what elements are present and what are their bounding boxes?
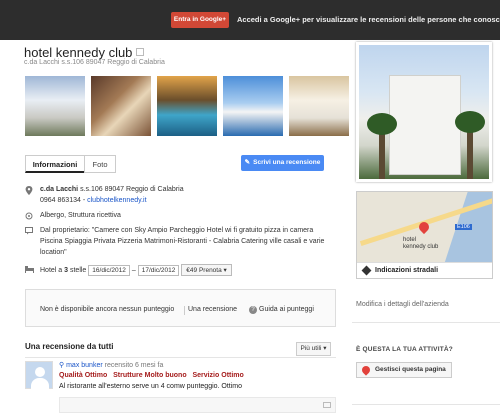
score-guide-label: Guida ai punteggi xyxy=(259,306,314,313)
avatar-body xyxy=(31,378,49,390)
rating-label: Qualità xyxy=(59,372,83,379)
place-subtitle-address: c.da Lacchi s.s.106 89047 Reggio di Cala… xyxy=(24,59,165,66)
edit-business-details-link[interactable]: Modifica i dettagli dell'azienda xyxy=(356,301,449,308)
owner-text: "Camere con Sky Ampio Parcheggio Hotel w… xyxy=(89,227,314,234)
review-ratings: Qualità Ottimo Strutture Molto buono Ser… xyxy=(59,372,244,379)
owner-description-line-3: location" xyxy=(40,249,67,256)
price-book-label: €49 Prenota xyxy=(186,267,222,274)
owner-description-line-2: Piscina Spiaggia Privata Pizzeria Matrim… xyxy=(40,238,325,245)
user-icon: ⚲ xyxy=(59,362,65,369)
photo-thumbnail-hotel[interactable] xyxy=(25,76,85,136)
date-dash: – xyxy=(131,267,136,274)
checkout-date-input[interactable]: 17/dic/2012 xyxy=(137,265,180,276)
google-plus-bar: Entra in Google+ Accedi a Google+ per vi… xyxy=(0,0,500,40)
bed-icon xyxy=(25,265,34,273)
booking-line: Hotel a 3 stelle 16/dic/2012 – 17/dic/20… xyxy=(40,264,232,276)
avatar[interactable] xyxy=(25,361,53,390)
category-text: Albergo, Struttura ricettiva xyxy=(40,212,121,219)
price-book-button[interactable]: €49 Prenota ▾ xyxy=(181,264,232,276)
review-header: ⚲ max bunker recensito 6 mesi fa xyxy=(59,361,163,369)
directions-label: Indicazioni stradali xyxy=(375,267,439,274)
tab-informazioni[interactable]: Informazioni xyxy=(25,155,85,173)
owner-description-line-1: Dal proprietario: "Camere con Sky Ampio … xyxy=(40,227,313,234)
photo-thumbnail-pool[interactable] xyxy=(157,76,217,136)
rating-value: Ottimo xyxy=(221,372,244,379)
map-marker-label-line-1: hotel xyxy=(403,237,417,243)
main-photo-palm-leaves xyxy=(367,113,397,135)
photo-thumbnail-hall[interactable] xyxy=(289,76,349,136)
manage-page-button[interactable]: Gestisci questa pagina xyxy=(356,362,452,378)
google-plus-signin-button[interactable]: Entra in Google+ xyxy=(171,12,229,28)
checkin-date-input[interactable]: 16/dic/2012 xyxy=(88,265,130,276)
stars-suffix: stelle xyxy=(68,267,87,274)
rating-value: Ottimo xyxy=(84,372,108,379)
chevron-down-icon: ▾ xyxy=(323,345,327,352)
reviews-sort-select[interactable]: Più utili ▾ xyxy=(296,342,331,356)
photo-thumbnail-room[interactable] xyxy=(91,76,151,136)
help-icon: ? xyxy=(249,306,257,314)
rating-value: Molto buono xyxy=(144,372,187,379)
main-photo-building xyxy=(389,75,461,175)
divider xyxy=(25,357,336,358)
one-review-link[interactable]: Una recensione xyxy=(188,306,237,313)
avatar-head xyxy=(35,367,45,377)
score-divider xyxy=(184,306,185,315)
no-score-text: Non è disponibile ancora nessun punteggi… xyxy=(40,306,175,313)
business-question: È QUESTA LA TUA ATTIVITÀ? xyxy=(356,346,453,353)
review-text: Al ristorante all'esterno serve un 4 com… xyxy=(59,383,243,390)
google-plus-promo-text: Accedi a Google+ per visualizzare le rec… xyxy=(237,15,500,24)
stars-prefix: Hotel a xyxy=(40,267,65,274)
divider xyxy=(352,404,500,405)
divider xyxy=(352,322,500,323)
phone-website-line: 0964 863134 - clubhotelkennedy.it xyxy=(40,197,147,204)
location-pin-icon xyxy=(25,186,33,195)
reviews-title: Una recensione da tutti xyxy=(25,342,114,351)
owner-quote-icon xyxy=(25,227,33,235)
main-photo[interactable] xyxy=(356,42,492,182)
address-street: c.da Lacchi xyxy=(40,186,79,193)
place-name: hotel kennedy club xyxy=(24,45,133,60)
address-line: c.da Lacchi s.s.106 89047 Reggio di Cala… xyxy=(40,186,184,193)
location-map[interactable]: hotel kennedy club E106 Indicazioni strad… xyxy=(356,191,493,279)
phone-number: 0964 863134 xyxy=(40,197,81,204)
chevron-down-icon: ▾ xyxy=(223,267,227,274)
score-box: Non è disponibile ancora nessun punteggi… xyxy=(25,289,336,327)
sort-label: Più utili xyxy=(300,345,322,352)
rating-label: Strutture xyxy=(113,372,143,379)
directions-icon xyxy=(361,265,372,276)
write-review-button[interactable]: ✎ Scrivi una recensione xyxy=(241,155,324,171)
main-photo-palm-leaves xyxy=(455,111,485,133)
reply-input[interactable] xyxy=(59,397,336,413)
review-meta: recensito 6 mesi fa xyxy=(104,362,164,369)
map-marker-label: hotel kennedy club xyxy=(403,237,438,251)
map-pin-icon xyxy=(360,364,372,376)
comment-icon xyxy=(323,402,331,408)
pencil-icon: ✎ xyxy=(244,159,251,166)
manage-page-label: Gestisci questa pagina xyxy=(375,366,446,373)
owner-label: Dal proprietario: xyxy=(40,227,90,234)
category-icon xyxy=(25,212,33,220)
verified-badge-icon xyxy=(136,48,145,56)
address-rest: s.s.106 89047 Reggio di Calabria xyxy=(78,186,184,193)
directions-link[interactable]: Indicazioni stradali xyxy=(357,262,492,278)
photo-thumbnail-beach[interactable] xyxy=(223,76,283,136)
score-guide-link[interactable]: ? Guida ai punteggi xyxy=(249,306,314,314)
tab-foto[interactable]: Foto xyxy=(84,155,116,173)
review-author-link[interactable]: max bunker xyxy=(66,362,103,369)
website-link[interactable]: clubhotelkennedy.it xyxy=(87,197,146,204)
write-review-label: Scrivi una recensione xyxy=(253,159,321,166)
road-shield: E106 xyxy=(455,224,472,230)
map-marker-label-line-2: kennedy club xyxy=(403,244,439,250)
rating-label: Servizio xyxy=(192,372,220,379)
place-title: hotel kennedy club xyxy=(24,45,145,60)
